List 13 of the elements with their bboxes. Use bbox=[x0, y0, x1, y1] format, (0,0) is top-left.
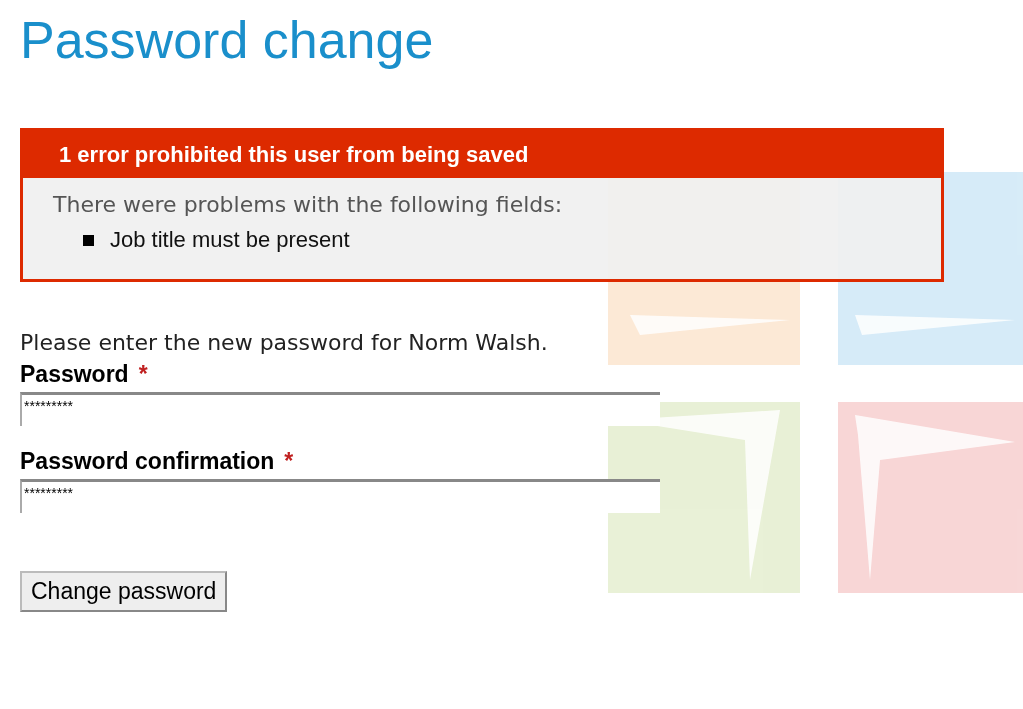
error-heading: 1 error prohibited this user from being saved bbox=[23, 131, 941, 178]
required-mark: * bbox=[284, 448, 294, 475]
error-message: Job title must be present bbox=[110, 227, 350, 253]
field-label: Password confirmation bbox=[20, 448, 275, 475]
error-intro: There were problems with the following fields: bbox=[53, 192, 564, 217]
page-title: Password change bbox=[20, 10, 435, 71]
required-mark: * bbox=[138, 361, 148, 388]
bullet-icon bbox=[83, 234, 94, 246]
field-label: Password bbox=[20, 361, 129, 388]
password-field[interactable]: ********* bbox=[20, 479, 660, 513]
change-password-button[interactable]: Change password bbox=[20, 571, 228, 612]
password-field[interactable]: ********* bbox=[20, 392, 660, 426]
instruction-text: Please enter the new password for Norm Walsh. bbox=[20, 330, 549, 355]
